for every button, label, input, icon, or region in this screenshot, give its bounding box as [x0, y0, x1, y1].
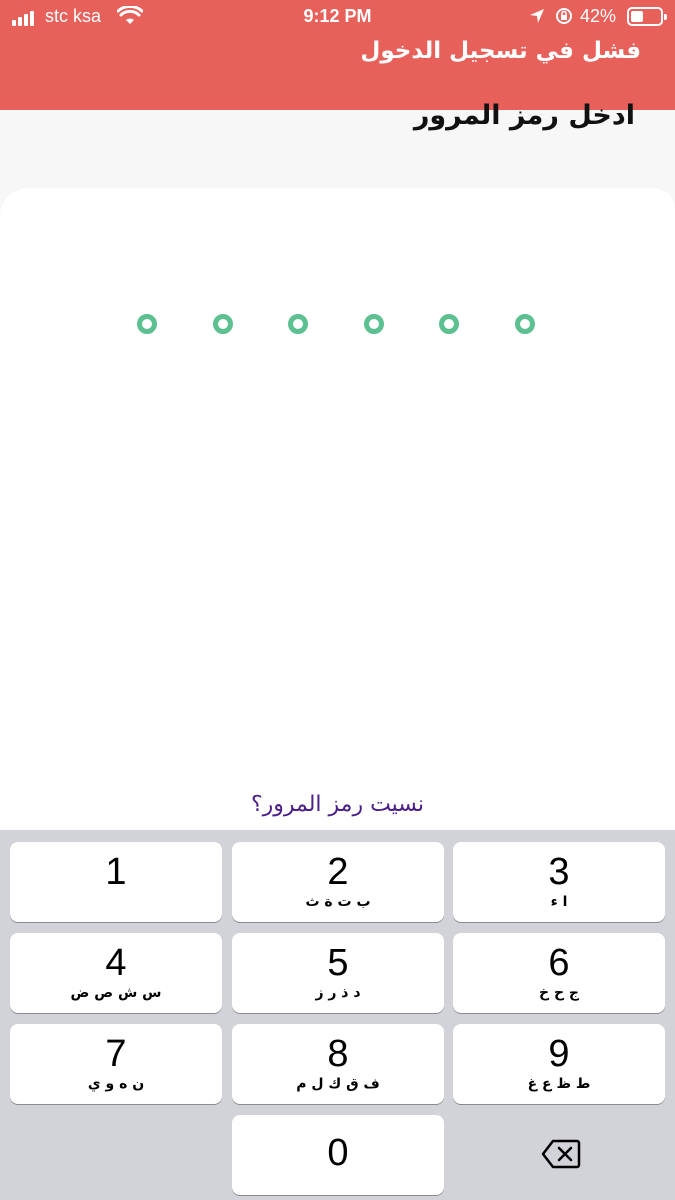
status-time: 9:12 PM [303, 6, 372, 26]
app-screen: stc ksa 9:12 PM 42% فشل في تسجيل الدخول [0, 0, 675, 1200]
passcode-card [0, 188, 675, 848]
battery-icon [627, 7, 667, 26]
key-digit: 0 [327, 1132, 349, 1174]
key-letters: ج ح خ [538, 985, 580, 1001]
battery-percent: 42% [580, 6, 617, 26]
key-2[interactable]: 2 ب ت ة ث [232, 842, 444, 922]
key-digit: 7 [105, 1033, 127, 1075]
key-3[interactable]: 3 ا ء [453, 842, 665, 922]
key-letters: ف ق ك ل م [296, 1076, 380, 1092]
key-digit: 4 [105, 942, 127, 984]
backspace-button[interactable] [453, 1115, 665, 1195]
key-digit: 3 [548, 851, 570, 893]
forgot-passcode-link[interactable]: نسيت رمز المرور؟ [0, 792, 675, 817]
passcode-dot [515, 314, 535, 334]
passcode-dot [439, 314, 460, 334]
key-1[interactable]: 1 [10, 842, 222, 922]
key-8[interactable]: 8 ف ق ك ل م [232, 1024, 444, 1104]
location-arrow-icon [530, 9, 544, 23]
key-letters: ط ظ ع غ [527, 1076, 591, 1092]
key-letters: ن ه و ي [87, 1076, 145, 1092]
backspace-icon [541, 1139, 581, 1169]
key-digit: 8 [327, 1033, 349, 1075]
passcode-dot [212, 314, 233, 334]
key-5[interactable]: 5 د ذ ر ز [232, 933, 444, 1013]
key-7[interactable]: 7 ن ه و ي [10, 1024, 222, 1104]
key-letters: ب ت ة ث [305, 894, 371, 910]
top-bar: stc ksa 9:12 PM 42% فشل في تسجيل الدخول [0, 0, 675, 110]
passcode-prompt: ادخل رمز المرور [413, 100, 635, 131]
key-letters: س ش ص ض [70, 985, 162, 1001]
key-letters: ا ء [550, 894, 568, 910]
key-digit: 1 [105, 851, 127, 893]
page-title: فشل في تسجيل الدخول [360, 38, 641, 64]
passcode-dot [363, 314, 384, 334]
status-bar: stc ksa 9:12 PM 42% [0, 0, 675, 34]
battery-level-fill [631, 11, 643, 22]
key-9[interactable]: 9 ط ظ ع غ [453, 1024, 665, 1104]
passcode-dot [288, 314, 309, 334]
key-digit: 9 [548, 1033, 570, 1075]
key-6[interactable]: 6 ج ح خ [453, 933, 665, 1013]
key-4[interactable]: 4 س ش ص ض [10, 933, 222, 1013]
key-digit: 2 [327, 851, 349, 893]
passcode-dot [137, 314, 157, 334]
key-digit: 5 [327, 942, 349, 984]
key-0[interactable]: 0 [232, 1115, 444, 1195]
key-digit: 6 [548, 942, 570, 984]
key-letters: د ذ ر ز [315, 985, 361, 1001]
orientation-lock-icon [556, 8, 572, 24]
passcode-indicator [0, 314, 675, 334]
